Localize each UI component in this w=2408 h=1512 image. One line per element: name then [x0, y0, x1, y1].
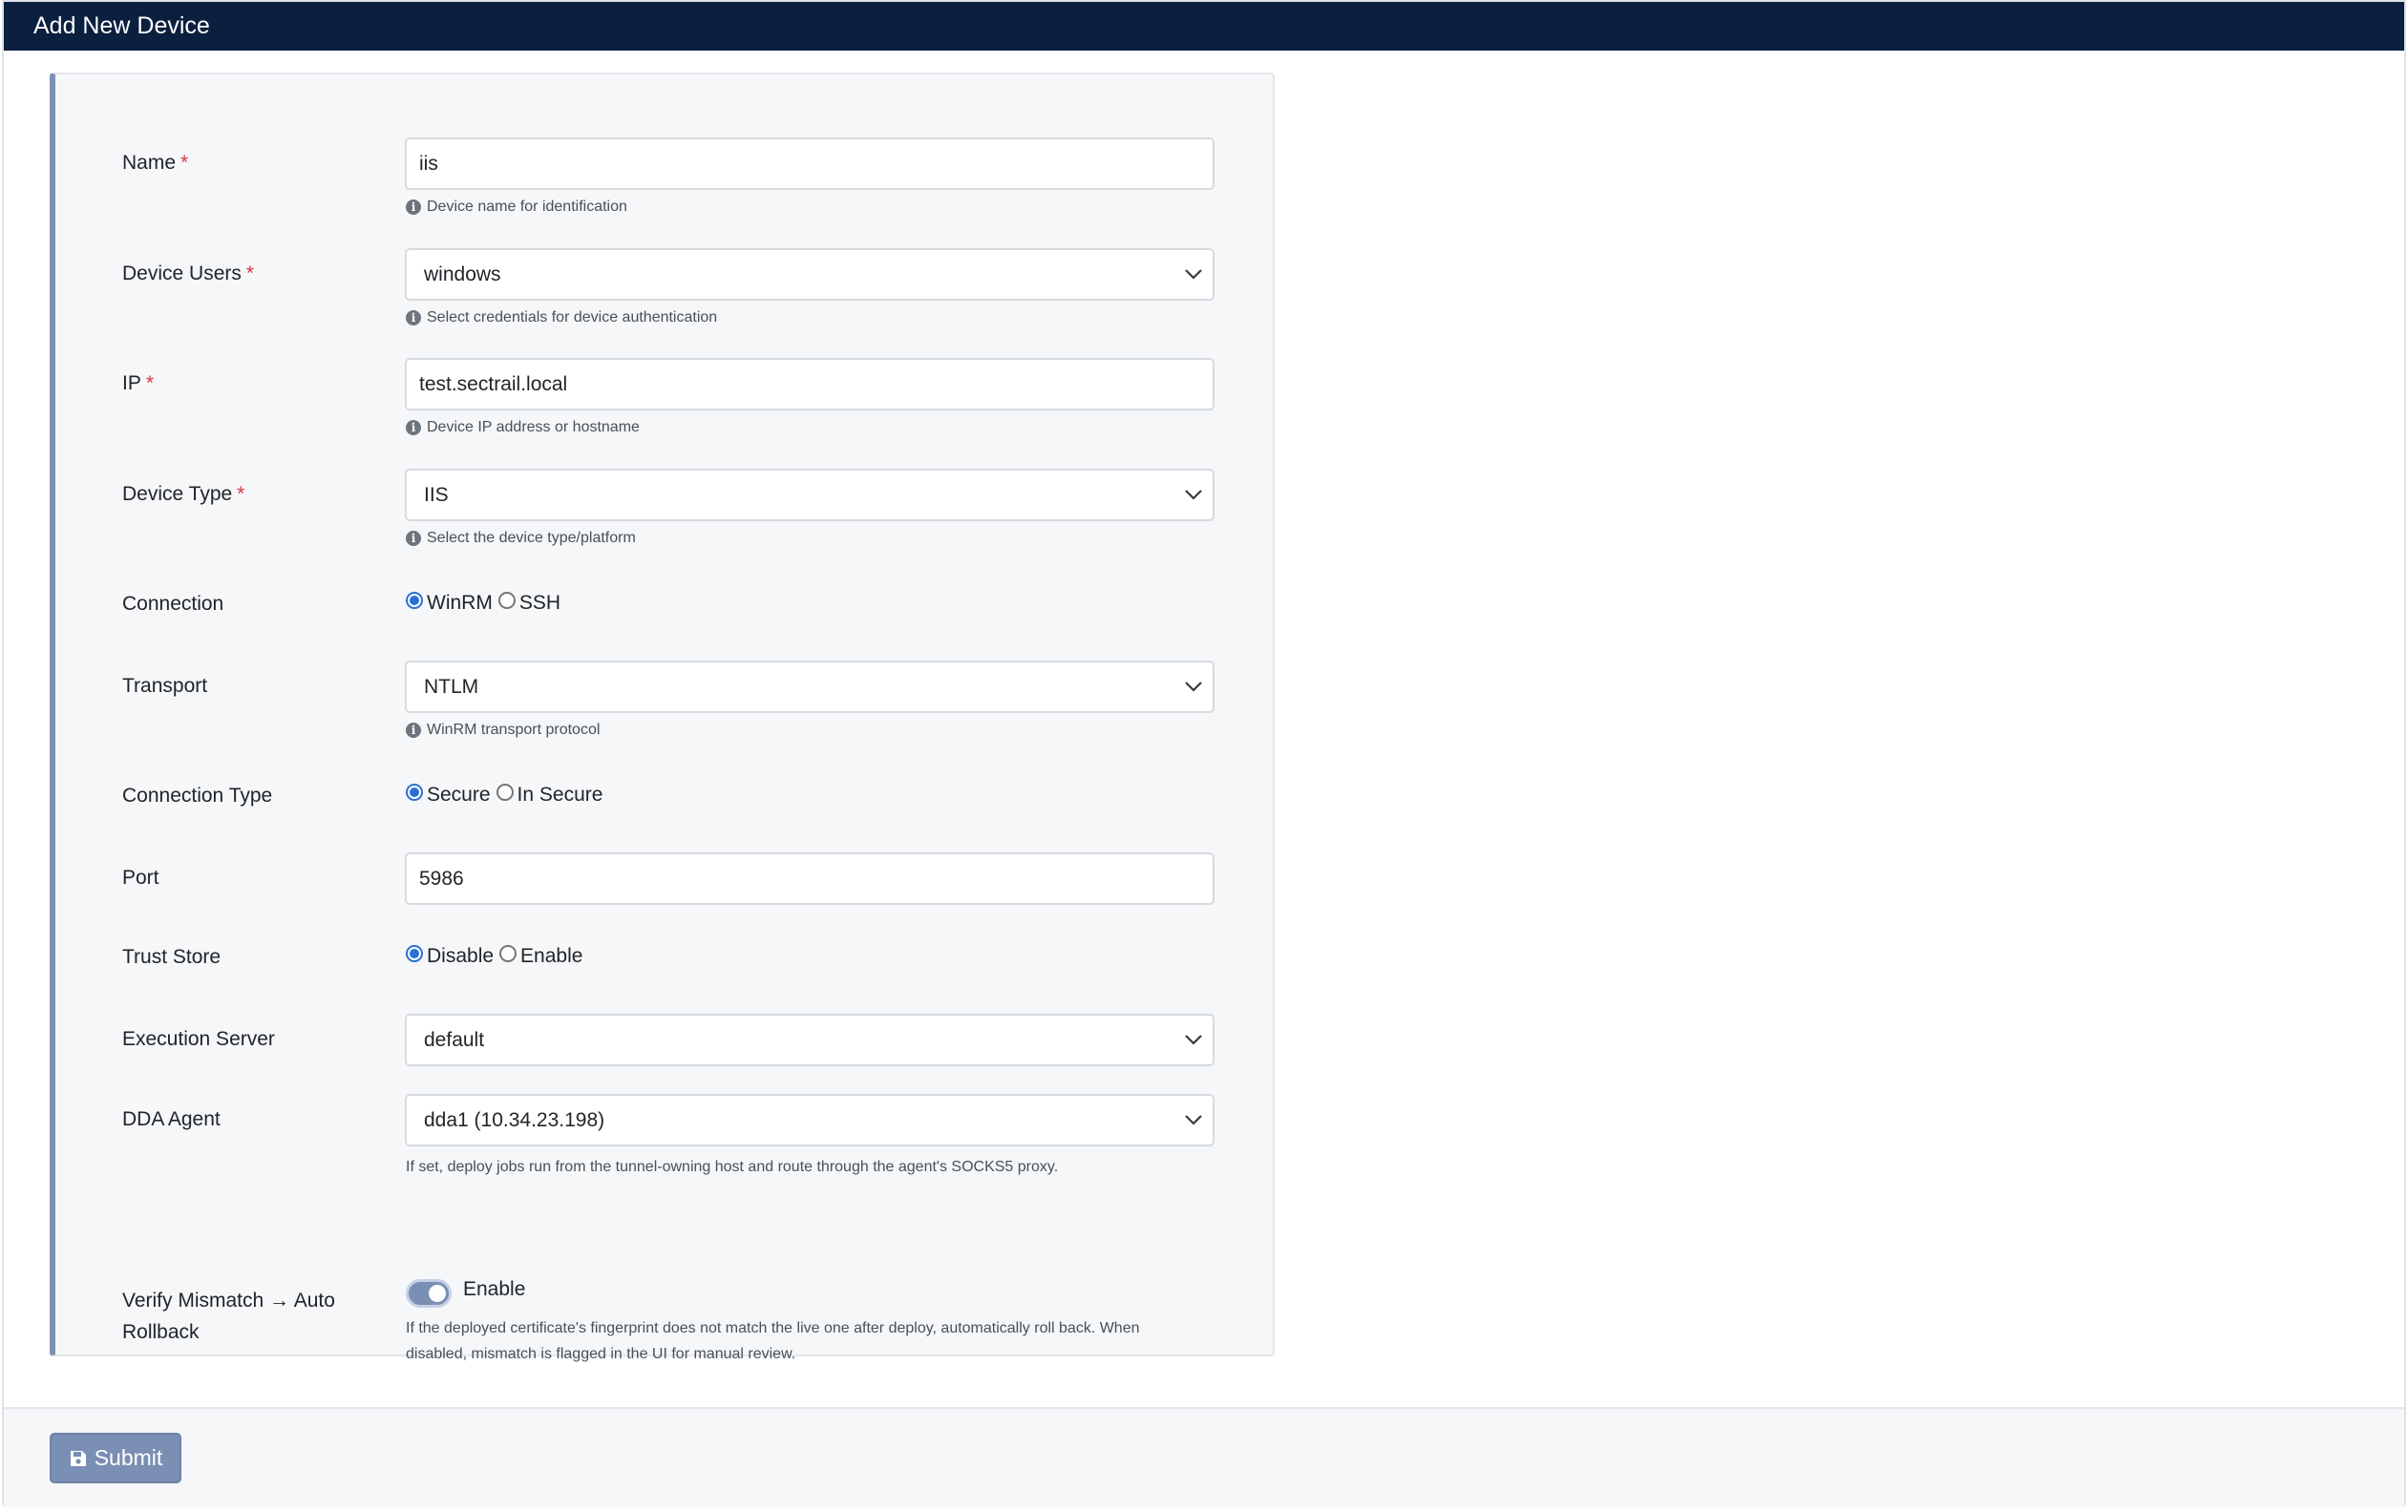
auto-rollback-toggle-label: Enable: [463, 1278, 526, 1300]
device-users-select[interactable]: windows: [405, 248, 1215, 301]
dda-agent-label: DDA Agent: [122, 1108, 221, 1130]
verify-mismatch-hint: If the deployed certificate's fingerprin…: [406, 1320, 1140, 1362]
floppy-disk-icon: [70, 1450, 86, 1466]
ip-hint: i Device IP address or hostname: [406, 418, 640, 437]
name-label: Name *: [122, 152, 189, 174]
trust-store-option-enable: Enable: [520, 945, 583, 967]
verify-mismatch-label: Verify Mismatch → Auto Rollback: [122, 1290, 335, 1343]
chevron-down-icon: [1185, 1035, 1202, 1045]
execution-server-select[interactable]: default: [405, 1014, 1215, 1066]
chevron-down-icon: [1185, 682, 1202, 692]
connection-radio-group: WinRM SSH: [406, 589, 566, 618]
connection-type-radio-secure[interactable]: [406, 784, 423, 801]
port-input-value: 5986: [419, 868, 464, 890]
connection-radio-winrm[interactable]: [406, 592, 423, 609]
connection-radio-ssh[interactable]: [497, 592, 516, 609]
ip-input[interactable]: test.sectrail.local: [405, 358, 1215, 410]
connection-type-radio-group: Secure In Secure: [406, 781, 608, 809]
transport-hint: i WinRM transport protocol: [406, 721, 600, 740]
connection-type-option-insecure: In Secure: [517, 784, 603, 806]
execution-server-label: Execution Server: [122, 1028, 275, 1050]
info-icon: i: [406, 310, 421, 326]
page-header: Add New Device: [4, 2, 2404, 51]
connection-type-option-secure: Secure: [427, 784, 491, 806]
execution-server-value: default: [424, 1029, 485, 1051]
required-marker: *: [237, 483, 245, 505]
info-icon: i: [406, 200, 421, 215]
info-icon: i: [406, 531, 421, 546]
submit-button-label: Submit: [94, 1445, 163, 1470]
chevron-down-icon: [1185, 1115, 1202, 1125]
dda-agent-value: dda1 (10.34.23.198): [424, 1109, 605, 1131]
auto-rollback-toggle[interactable]: [406, 1279, 452, 1308]
name-input[interactable]: iis: [405, 137, 1215, 190]
device-type-label: Device Type *: [122, 483, 245, 505]
add-device-page: Add New Device Name * iis i Device name fo…: [2, 0, 2406, 1507]
connection-label: Connection: [122, 593, 224, 615]
info-icon: i: [406, 723, 421, 738]
required-marker: *: [245, 262, 255, 284]
device-type-select[interactable]: IIS: [405, 469, 1215, 521]
form-footer: Submit: [4, 1407, 2404, 1507]
name-hint: i Device name for identification: [406, 198, 627, 217]
connection-option-winrm: WinRM: [427, 592, 493, 614]
submit-button[interactable]: Submit: [50, 1433, 181, 1483]
toggle-knob: [429, 1285, 446, 1302]
device-type-hint: i Select the device type/platform: [406, 529, 636, 548]
name-input-value: iis: [419, 153, 438, 175]
dda-agent-select[interactable]: dda1 (10.34.23.198): [405, 1094, 1215, 1146]
required-marker: *: [180, 152, 189, 174]
device-users-value: windows: [424, 263, 501, 285]
port-label: Port: [122, 867, 159, 889]
transport-value: NTLM: [424, 676, 479, 698]
connection-option-ssh: SSH: [518, 592, 561, 614]
transport-select[interactable]: NTLM: [405, 661, 1215, 713]
chevron-down-icon: [1185, 269, 1202, 280]
info-icon: i: [406, 420, 421, 435]
device-form: Name * iis i Device name for identificatio…: [50, 73, 1275, 1362]
page-title: Add New Device: [33, 12, 210, 39]
device-users-hint: i Select credentials for device authentic…: [406, 308, 717, 327]
trust-store-radio-group: Disable Enable: [406, 942, 588, 971]
device-type-value: IIS: [424, 484, 449, 506]
connection-type-radio-insecure[interactable]: [496, 784, 514, 801]
transport-label: Transport: [122, 675, 208, 697]
ip-input-value: test.sectrail.local: [419, 373, 568, 395]
port-input[interactable]: 5986: [405, 852, 1215, 905]
trust-store-radio-disable[interactable]: [406, 945, 423, 962]
trust-store-label: Trust Store: [122, 946, 222, 968]
device-users-label: Device Users *: [122, 262, 255, 284]
required-marker: *: [145, 372, 155, 394]
ip-label: IP *: [122, 372, 155, 394]
dda-agent-hint: If set, deploy jobs run from the tunnel-…: [406, 1159, 1059, 1175]
connection-type-label: Connection Type: [122, 785, 273, 807]
trust-store-option-disable: Disable: [427, 945, 495, 967]
chevron-down-icon: [1185, 490, 1202, 500]
trust-store-radio-enable[interactable]: [499, 945, 518, 962]
